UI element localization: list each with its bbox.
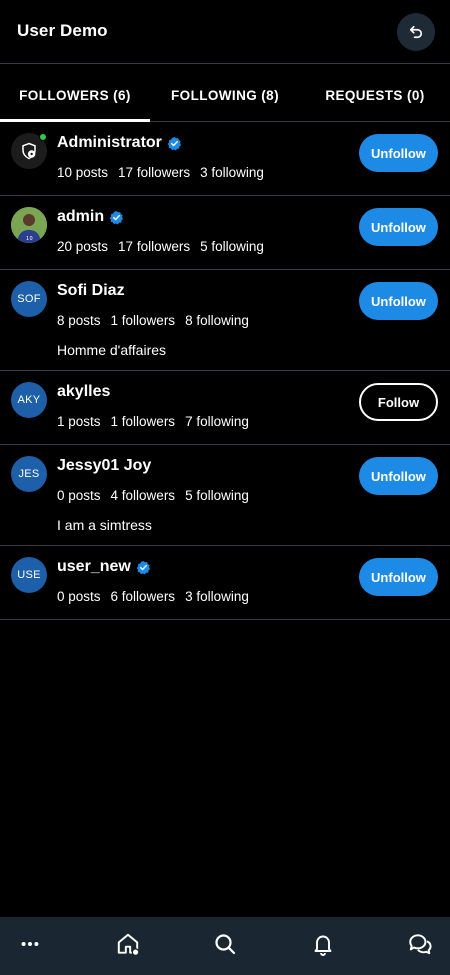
- avatar[interactable]: AKY: [11, 382, 47, 418]
- nav-home[interactable]: [106, 922, 150, 966]
- user-stats: 10 posts 17 followers 3 following: [57, 165, 264, 180]
- page-title: User Demo: [17, 21, 108, 40]
- user-name[interactable]: admin: [57, 208, 124, 226]
- followers-count: 1 followers: [110, 414, 176, 429]
- unfollow-button[interactable]: Unfollow: [359, 558, 438, 596]
- unfollow-button[interactable]: Unfollow: [359, 282, 438, 320]
- followers-count: 17 followers: [118, 165, 191, 180]
- user-bio: Homme d'affaires: [57, 342, 167, 358]
- verified-badge-icon: [109, 210, 124, 224]
- nav-search[interactable]: [203, 922, 247, 966]
- app-header: User Demo: [0, 0, 450, 64]
- unfollow-button[interactable]: Unfollow: [359, 457, 438, 495]
- followers-count: 17 followers: [118, 239, 191, 254]
- verified-badge-icon: [136, 560, 150, 574]
- avatar[interactable]: JES: [11, 456, 47, 492]
- following-count: 5 following: [200, 239, 264, 254]
- user-stats: 8 posts 1 followers 8 following: [57, 313, 249, 328]
- followers-count: 6 followers: [110, 589, 176, 604]
- undo-icon: [409, 25, 423, 39]
- followers-count: 4 followers: [110, 488, 176, 503]
- nav-more[interactable]: [8, 922, 52, 966]
- avatar[interactable]: [11, 133, 47, 169]
- list-item[interactable]: Administrator 10 posts 17 followers 3 fo…: [0, 122, 450, 196]
- user-name[interactable]: Administrator: [57, 134, 182, 152]
- home-icon: [117, 933, 139, 957]
- following-count: 3 following: [185, 589, 249, 604]
- following-count: 3 following: [200, 165, 264, 180]
- list-item[interactable]: SOF Sofi Diaz 8 posts 1 followers 8 foll…: [0, 270, 450, 371]
- list-item[interactable]: USE user_new 0 posts 6 followers 3 follo…: [0, 546, 450, 620]
- unfollow-button[interactable]: Unfollow: [359, 134, 438, 172]
- user-stats: 0 posts 6 followers 3 following: [57, 589, 249, 604]
- posts-count: 10 posts: [57, 165, 109, 180]
- user-stats: 20 posts 17 followers 5 following: [57, 239, 264, 254]
- followers-list: Administrator 10 posts 17 followers 3 fo…: [0, 122, 450, 620]
- search-icon: [215, 934, 236, 955]
- chat-icon: [409, 934, 432, 955]
- unfollow-button[interactable]: Unfollow: [359, 208, 438, 246]
- user-name[interactable]: Jessy01 Joy: [57, 457, 151, 475]
- nav-notifications[interactable]: [301, 922, 345, 966]
- tab-bar: FOLLOWERS (6) FOLLOWING (8) REQUESTS (0): [0, 65, 450, 122]
- tab-followers[interactable]: FOLLOWERS (6): [0, 65, 150, 122]
- user-stats: 1 posts 1 followers 7 following: [57, 414, 249, 429]
- nav-messages[interactable]: [398, 922, 442, 966]
- following-count: 7 following: [185, 414, 249, 429]
- admin-shield-icon: [22, 142, 36, 160]
- follow-button[interactable]: Follow: [359, 383, 438, 421]
- posts-count: 1 posts: [57, 414, 101, 429]
- list-item[interactable]: 10 admin 20 posts 17 followers 5 followi…: [0, 196, 450, 270]
- svg-text:10: 10: [26, 236, 33, 242]
- bell-icon: [314, 935, 331, 956]
- list-item[interactable]: JES Jessy01 Joy 0 posts 4 followers 5 fo…: [0, 445, 450, 546]
- back-button[interactable]: [397, 13, 435, 51]
- profile-photo: 10: [11, 207, 47, 243]
- avatar[interactable]: 10: [11, 207, 47, 243]
- user-bio: I am a simtress: [57, 517, 152, 533]
- posts-count: 20 posts: [57, 239, 109, 254]
- avatar[interactable]: USE: [11, 557, 47, 593]
- posts-count: 8 posts: [57, 313, 101, 328]
- user-name[interactable]: user_new: [57, 558, 151, 576]
- following-count: 5 following: [185, 488, 249, 503]
- user-name[interactable]: akylles: [57, 383, 110, 401]
- bottom-nav: [0, 917, 450, 975]
- followers-count: 1 followers: [110, 313, 176, 328]
- list-item[interactable]: AKY akylles 1 posts 1 followers 7 follow…: [0, 371, 450, 445]
- posts-count: 0 posts: [57, 488, 101, 503]
- verified-badge-icon: [167, 136, 181, 150]
- tab-following[interactable]: FOLLOWING (8): [150, 65, 300, 121]
- user-stats: 0 posts 4 followers 5 following: [57, 488, 249, 503]
- following-count: 8 following: [185, 313, 249, 328]
- avatar[interactable]: SOF: [11, 281, 47, 317]
- user-name[interactable]: Sofi Diaz: [57, 282, 125, 300]
- online-indicator: [39, 133, 47, 141]
- posts-count: 0 posts: [57, 589, 101, 604]
- tab-requests[interactable]: REQUESTS (0): [300, 65, 450, 121]
- more-icon: [21, 941, 39, 947]
